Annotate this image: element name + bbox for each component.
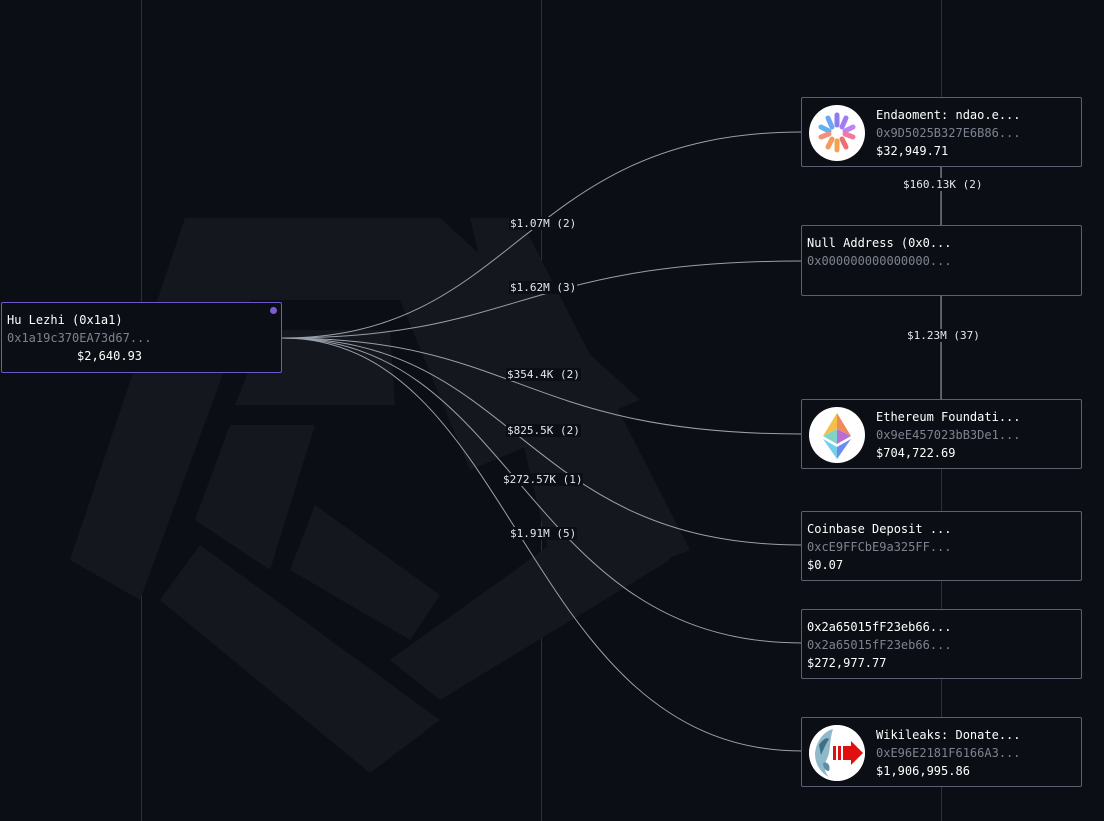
target-node-coinbase-deposit[interactable]: Coinbase Deposit ... 0xcE9FFCbE9a325FF..…	[801, 511, 1082, 581]
node-address: 0xE96E2181F6166A3...	[876, 746, 1021, 760]
target-node-0x2a65[interactable]: 0x2a65015fF23eb66... 0x2a65015fF23eb66..…	[801, 609, 1082, 679]
target-node-null-address[interactable]: Null Address (0x0... 0x000000000000000..…	[801, 225, 1082, 296]
node-balance: $2,640.93	[77, 349, 143, 363]
node-balance: $1,906,995.86	[876, 764, 970, 778]
edge-curve-ethereum-foundation	[281, 337, 803, 435]
edge-label-null-address[interactable]: $1.62M (3)	[509, 281, 578, 294]
edge-label-endaoment[interactable]: $1.07M (2)	[509, 217, 578, 230]
selected-indicator-dot	[270, 307, 277, 314]
target-node-endaoment[interactable]: Endaoment: ndao.e... 0x9D5025B327E6B86..…	[801, 97, 1082, 167]
node-name: Endaoment: ndao.e...	[876, 108, 1021, 122]
node-address: 0x9eE457023bB3De1...	[876, 428, 1021, 442]
edge-curve-wikileaks	[281, 337, 803, 752]
node-name: Null Address (0x0...	[807, 236, 952, 250]
node-name: Coinbase Deposit ...	[807, 522, 952, 536]
target-node-wikileaks[interactable]: Wikileaks: Donate... 0xE96E2181F6166A3..…	[801, 717, 1082, 787]
edge-label-endaoment-null[interactable]: $160.13K (2)	[902, 178, 984, 191]
node-balance: $32,949.71	[876, 144, 949, 158]
node-name: Hu Lezhi (0x1a1)	[7, 313, 123, 327]
node-address: 0x9D5025B327E6B86...	[876, 126, 1021, 140]
node-name: Wikileaks: Donate...	[876, 728, 1021, 742]
node-balance: $0.07	[807, 558, 844, 572]
edge-curve-null-address	[281, 260, 803, 339]
node-balance: $272,977.77	[807, 656, 887, 670]
node-name: Ethereum Foundati...	[876, 410, 1021, 424]
node-balance: $704,722.69	[876, 446, 956, 460]
edge-curve-0x2a65	[281, 337, 803, 644]
node-name: 0x2a65015fF23eb66...	[807, 620, 952, 634]
node-address: 0x1a19c370EA73d67...	[7, 331, 152, 345]
edge-curve-endaoment	[281, 131, 803, 339]
endaoment-logo-icon	[809, 105, 865, 161]
node-address: 0x000000000000000...	[807, 254, 952, 268]
edge-label-wikileaks[interactable]: $1.91M (5)	[509, 527, 578, 540]
node-address: 0xcE9FFCbE9a325FF...	[807, 540, 952, 554]
edge-label-null-ethereum[interactable]: $1.23M (37)	[906, 329, 981, 342]
source-node-hu-lezhi[interactable]: Hu Lezhi (0x1a1) 0x1a19c370EA73d67... $2…	[1, 302, 282, 373]
edge-label-coinbase-deposit[interactable]: $825.5K (2)	[506, 424, 581, 437]
edge-label-ethereum-foundation[interactable]: $354.4K (2)	[506, 368, 581, 381]
node-address: 0x2a65015fF23eb66...	[807, 638, 952, 652]
target-node-ethereum-foundation[interactable]: Ethereum Foundati... 0x9eE457023bB3De1..…	[801, 399, 1082, 469]
wikileaks-logo-icon	[809, 725, 865, 781]
ethereum-logo-icon	[809, 407, 865, 463]
edge-label-0x2a65[interactable]: $272.57K (1)	[502, 473, 584, 486]
